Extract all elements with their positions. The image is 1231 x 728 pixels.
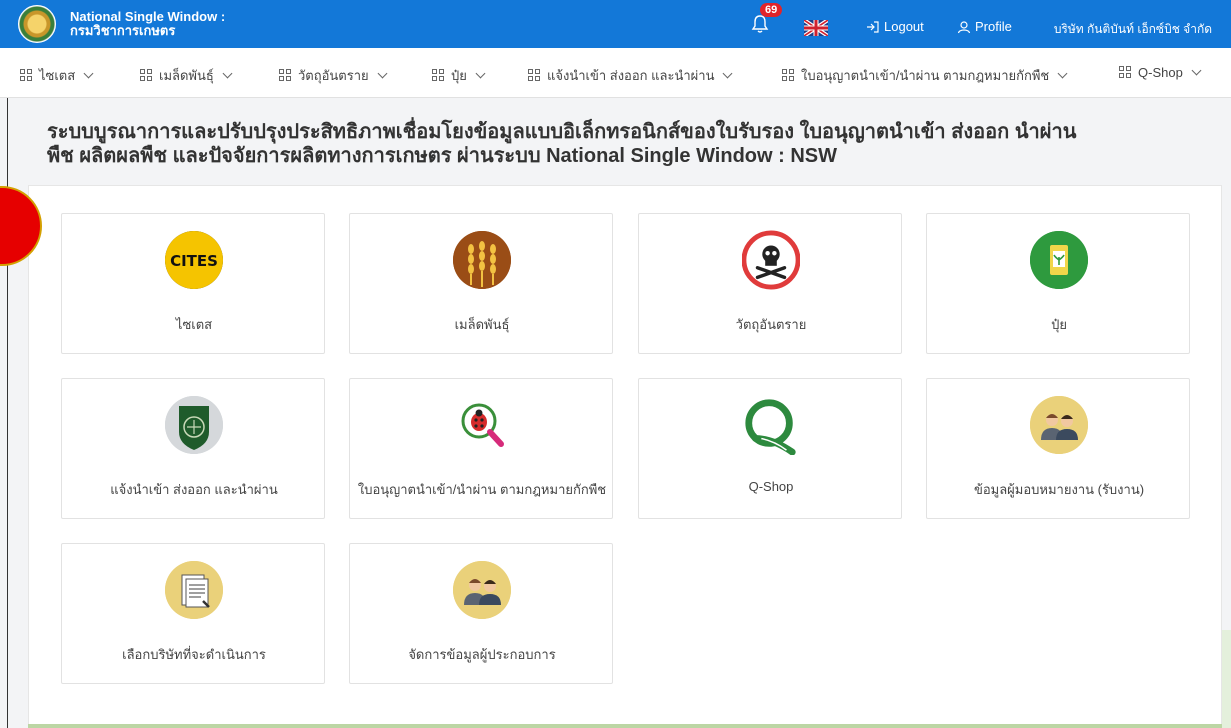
menu-card-label: ข้อมูลผู้มอบหมายงาน (รับงาน) (973, 482, 1145, 497)
nav-item-q-shop[interactable]: Q-Shop (1119, 65, 1202, 80)
nav-item-import-export[interactable]: แจ้งนำเข้า ส่งออก และนำผ่าน (528, 65, 733, 86)
top-bar: National Single Window : กรมวิชาการเกษตร… (0, 0, 1231, 48)
menu-card-manage-operator[interactable]: จัดการข้อมูลผู้ประกอบการ (349, 543, 613, 684)
skull-icon (742, 230, 800, 290)
menu-card-label: Q-Shop (748, 479, 794, 494)
grid-icon (1119, 66, 1132, 79)
menu-card-label: ใบอนุญาตนำเข้า/นำผ่าน ตามกฎหมายกักพืช (357, 482, 607, 497)
nav-item-hazardous[interactable]: วัตถุอันตราย (279, 65, 388, 86)
menu-card-label: วัตถุอันตราย (735, 317, 807, 332)
chevron-down-icon (723, 68, 733, 79)
brand-title: National Single Window : (70, 9, 226, 24)
menu-panel: CITES ไซเตส เมล็ดพันธุ์ วัตถุอันตราย ปุ๋… (28, 185, 1222, 725)
q-shop-icon (742, 396, 800, 455)
company-name[interactable]: บริษัท กันติบันท์ เอ็กซ์บิช จำกัด (852, 20, 1212, 39)
users-icon (453, 561, 511, 619)
department-logo (18, 5, 56, 43)
nav-item-seeds[interactable]: เมล็ดพันธุ์ (140, 65, 233, 86)
cites-icon: CITES (165, 231, 223, 289)
menu-card-label: เมล็ดพันธุ์ (454, 317, 510, 332)
department-seal-icon (165, 396, 223, 454)
grid-icon (782, 69, 795, 82)
chevron-down-icon (1057, 68, 1068, 79)
nav-item-fertilizer[interactable]: ปุ๋ย (432, 65, 486, 86)
menu-card-assigner-info[interactable]: ข้อมูลผู้มอบหมายงาน (รับงาน) (926, 378, 1190, 519)
uk-flag-icon[interactable] (804, 20, 828, 36)
menu-card-label: แจ้งนำเข้า ส่งออก และนำผ่าน (110, 482, 278, 497)
grid-icon (432, 69, 445, 82)
main-nav: ไซเตส เมล็ดพันธุ์ วัตถุอันตราย ปุ๋ย แจ้ง… (0, 48, 1231, 98)
chevron-down-icon (1191, 65, 1202, 76)
nav-item-plant-permit[interactable]: ใบอนุญาตนำเข้า/นำผ่าน ตามกฎหมายกักพืช (782, 65, 1068, 86)
wheat-icon (453, 231, 511, 289)
grid-icon (20, 69, 33, 82)
menu-card-fertilizer[interactable]: ปุ๋ย (926, 213, 1190, 354)
menu-card-plant-permit[interactable]: ใบอนุญาตนำเข้า/นำผ่าน ตามกฎหมายกักพืช (349, 378, 613, 519)
menu-card-select-company[interactable]: เลือกบริษัทที่จะดำเนินการ (61, 543, 325, 684)
menu-card-cites[interactable]: CITES ไซเตส (61, 213, 325, 354)
chevron-down-icon (83, 68, 94, 79)
menu-card-q-shop[interactable]: Q-Shop (638, 378, 902, 519)
grid-icon (140, 69, 153, 82)
svg-text:CITES: CITES (170, 252, 218, 270)
chevron-down-icon (222, 68, 233, 79)
menu-card-import-export[interactable]: แจ้งนำเข้า ส่งออก และนำผ่าน (61, 378, 325, 519)
menu-card-label: จัดการข้อมูลผู้ประกอบการ (408, 647, 556, 662)
users-icon (1030, 396, 1088, 454)
menu-card-hazardous[interactable]: วัตถุอันตราย (638, 213, 902, 354)
brand[interactable]: National Single Window : กรมวิชาการเกษตร (18, 5, 225, 43)
ladybug-search-icon (453, 396, 511, 454)
document-icon (165, 561, 223, 619)
chevron-down-icon (377, 68, 388, 79)
notification-badge: 69 (760, 3, 783, 17)
brand-subtitle: กรมวิชาการเกษตร (70, 23, 176, 38)
menu-card-label: ไซเตส (175, 317, 213, 332)
page-title: ระบบบูรณาการและปรับปรุงประสิทธิภาพเชื่อม… (47, 121, 1077, 167)
grid-icon (279, 69, 292, 82)
menu-card-label: ปุ๋ย (1051, 317, 1067, 332)
menu-card-label: เลือกบริษัทที่จะดำเนินการ (122, 647, 266, 662)
grid-icon (528, 69, 541, 82)
fertilizer-icon (1030, 231, 1088, 289)
bell-icon[interactable] (750, 14, 770, 34)
nav-item-cites[interactable]: ไซเตส (20, 65, 94, 86)
background-image-edge (1222, 630, 1231, 728)
menu-card-seeds[interactable]: เมล็ดพันธุ์ (349, 213, 613, 354)
chevron-down-icon (475, 68, 486, 79)
background-image-edge (28, 724, 1222, 728)
